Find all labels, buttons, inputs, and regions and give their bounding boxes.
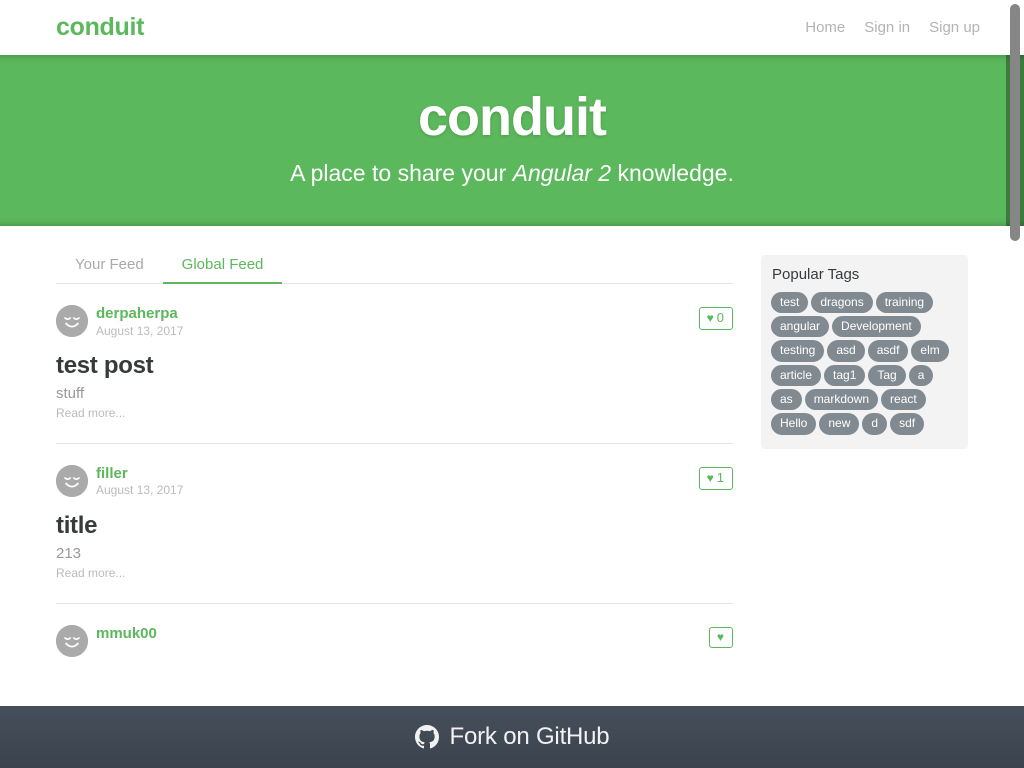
tag-pill[interactable]: new: [819, 413, 860, 435]
heart-icon: ♥: [716, 629, 724, 644]
scrollbar-thumb[interactable]: [1010, 4, 1020, 241]
article-description: stuff: [56, 385, 85, 403]
article-meta: mmuk00 ♥: [56, 624, 733, 658]
feed-toggle: Your Feed Global Feed: [56, 246, 733, 284]
tag-pill[interactable]: Development: [832, 315, 921, 338]
article-author[interactable]: derpaherpa: [96, 305, 183, 323]
sidebar-title: Popular Tags: [772, 266, 860, 283]
tag-pill[interactable]: d: [862, 413, 888, 435]
favorite-button[interactable]: ♥ 0: [698, 307, 733, 331]
favorite-button[interactable]: ♥: [708, 626, 733, 648]
tag-pill[interactable]: react: [881, 389, 926, 411]
heart-icon: ♥: [706, 471, 714, 486]
article-meta-info: derpaherpa August 13, 2017: [96, 305, 183, 338]
smiley-avatar-icon: [56, 464, 88, 497]
article-date: August 13, 2017: [96, 323, 184, 338]
tag-pill[interactable]: markdown: [804, 389, 879, 411]
tag-pill[interactable]: Hello: [771, 413, 817, 435]
main-navbar: conduit Home Sign in Sign up: [0, 0, 1024, 55]
article-preview-link[interactable]: title 213 Read more...: [56, 511, 733, 582]
read-more-label: Read more...: [56, 405, 126, 420]
tab-your-feed[interactable]: Your Feed: [56, 246, 163, 284]
tag-pill[interactable]: angular: [771, 315, 830, 338]
tag-pill[interactable]: asd: [827, 340, 865, 362]
sidebar-column: Popular Tags test dragons training angul…: [761, 246, 968, 679]
article-preview: filler August 13, 2017 ♥ 1 title 213 Read…: [56, 444, 733, 604]
banner-subtitle-emphasis: Angular 2: [512, 160, 612, 187]
tag-pill[interactable]: test: [771, 291, 809, 313]
article-title: test post: [56, 352, 154, 379]
article-feed-column: Your Feed Global Feed derpaherpa August …: [56, 246, 733, 679]
smiley-avatar-icon: [56, 624, 88, 657]
nav-link-home[interactable]: Home: [805, 20, 845, 35]
article-preview: mmuk00 ♥: [56, 604, 733, 679]
banner-subtitle-prefix: A place to share your: [290, 160, 513, 187]
tag-pill[interactable]: article: [771, 364, 822, 387]
article-preview: derpaherpa August 13, 2017 ♥ 0 test post …: [56, 284, 733, 444]
favorite-button[interactable]: ♥ 1: [698, 466, 733, 491]
article-description: 213: [56, 545, 82, 563]
tag-pill[interactable]: Tag: [868, 364, 906, 387]
article-title: title: [56, 511, 98, 539]
page-container: Your Feed Global Feed derpaherpa August …: [0, 246, 1024, 679]
tag-pill[interactable]: elm: [911, 340, 949, 362]
tag-pill[interactable]: a: [908, 364, 934, 387]
popular-tags-panel: Popular Tags test dragons training angul…: [761, 255, 968, 449]
banner-subtitle-suffix: knowledge.: [611, 160, 734, 187]
hero-banner: conduit A place to share your Angular 2 …: [0, 55, 1024, 226]
tag-pill[interactable]: asdf: [867, 340, 909, 362]
tag-pill[interactable]: as: [771, 389, 802, 411]
github-icon: [414, 725, 439, 749]
tag-pill[interactable]: sdf: [890, 413, 925, 435]
footer-label: Fork on GitHub: [449, 723, 610, 750]
nav-link-sign-up[interactable]: Sign up: [929, 20, 980, 35]
favorites-count: 1: [716, 469, 724, 485]
tag-pill[interactable]: dragons: [811, 291, 873, 313]
article-meta-info: mmuk00: [96, 625, 157, 643]
tag-pill[interactable]: training: [875, 291, 934, 313]
nav-links: Home Sign in Sign up: [805, 20, 1024, 35]
article-preview-link[interactable]: test post stuff Read more...: [56, 352, 733, 422]
read-more-label: Read more...: [56, 565, 126, 580]
article-meta: filler August 13, 2017 ♥ 1: [56, 464, 733, 498]
page-viewport: conduit Home Sign in Sign up conduit A p…: [0, 0, 1024, 768]
article-author[interactable]: mmuk00: [96, 625, 157, 643]
avatar[interactable]: [56, 464, 88, 497]
tag-list: test dragons training angular Developmen…: [771, 291, 958, 435]
avatar[interactable]: [56, 305, 88, 337]
nav-link-sign-in[interactable]: Sign in: [864, 20, 910, 35]
tag-pill[interactable]: testing: [771, 340, 825, 362]
banner-subtitle: A place to share your Angular 2 knowledg…: [0, 160, 1024, 188]
article-meta-info: filler August 13, 2017: [96, 465, 183, 498]
avatar[interactable]: [56, 624, 88, 657]
article-date: August 13, 2017: [96, 483, 184, 498]
heart-icon: ♥: [706, 311, 714, 326]
brand-logo[interactable]: conduit: [56, 15, 144, 40]
page-scrollbar[interactable]: [1006, 0, 1024, 768]
banner-title: conduit: [418, 87, 607, 147]
favorites-count: 0: [716, 310, 724, 325]
footer-bar: Fork on GitHub: [0, 706, 1024, 768]
tag-pill[interactable]: tag1: [824, 364, 866, 387]
smiley-avatar-icon: [56, 305, 88, 337]
article-author[interactable]: filler: [96, 465, 183, 483]
tab-global-feed[interactable]: Global Feed: [162, 246, 283, 284]
article-meta: derpaherpa August 13, 2017 ♥ 0: [56, 305, 733, 338]
